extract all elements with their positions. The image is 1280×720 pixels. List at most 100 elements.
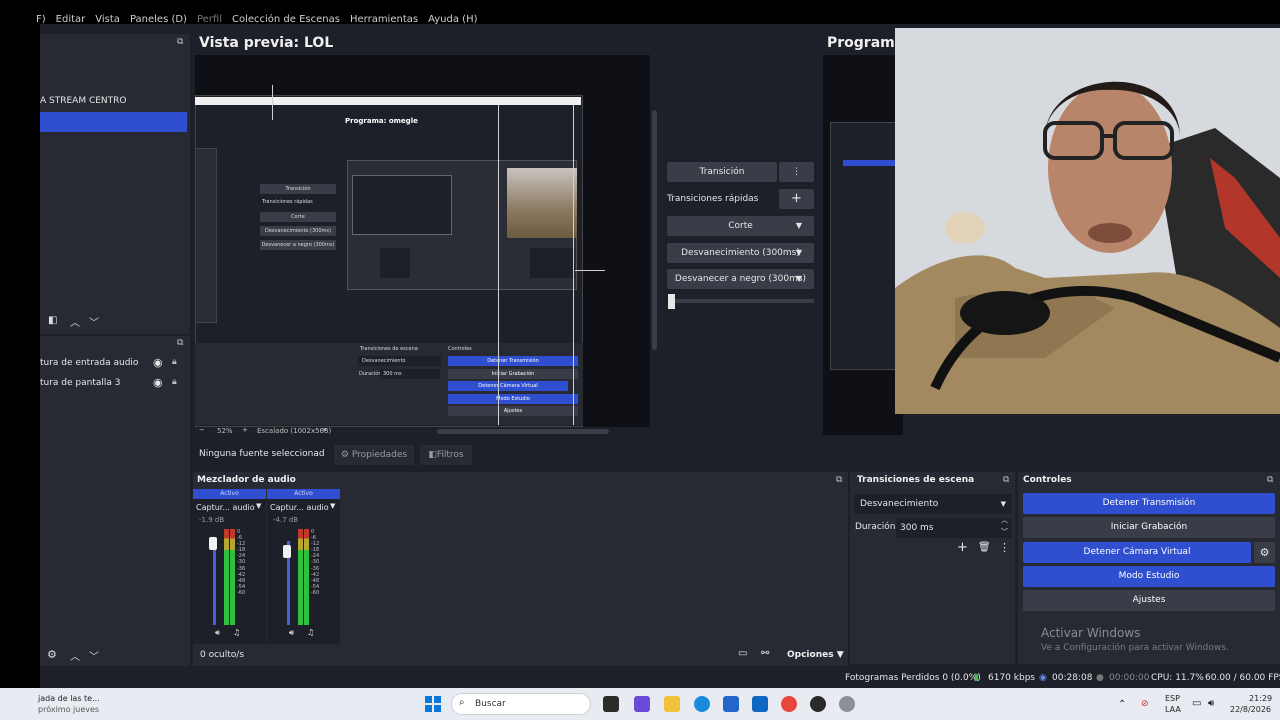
gear-icon: ⚙ — [340, 450, 349, 460]
keyboard-layout[interactable]: LAA — [1165, 705, 1181, 714]
weather-subtitle[interactable]: próximo jueves — [38, 705, 99, 714]
add-quick-transition-icon[interactable]: + — [779, 189, 814, 209]
filters-button[interactable]: ◧Filtros — [420, 445, 472, 465]
fade-to-black-button[interactable]: Desvanecer a negro (300ms) ▼ — [667, 269, 814, 289]
windows-start-icon[interactable] — [425, 696, 441, 712]
volume-fader-track[interactable] — [213, 541, 216, 625]
mixer-channel: Activo Captur... audio ▼ -4.7 dB 0 -6 -1… — [267, 489, 340, 644]
guide-line — [573, 105, 574, 425]
speaker-icon[interactable]: 🔊︎ — [215, 628, 220, 638]
tray-chevron-icon[interactable]: ⌃ — [1118, 699, 1126, 710]
headphones-icon[interactable]: ♫ — [307, 628, 314, 637]
eye-icon[interactable]: ◉ — [153, 376, 163, 389]
trash-icon[interactable]: 🗑︎ — [978, 542, 991, 553]
spinner-icon[interactable]: ︿ ﹀ — [1001, 514, 1008, 538]
mixer-channel: Activo Captur... audio ▼ -1.9 dB 0 -6 -1… — [193, 489, 266, 644]
weather-title[interactable]: jada de las te... — [38, 694, 100, 703]
language-code[interactable]: ESP — [1165, 694, 1180, 703]
chevron-down-icon[interactable]: ▼ — [330, 502, 335, 510]
source-down-icon[interactable]: ﹀ — [89, 648, 99, 663]
transition-select[interactable]: Desvanecimiento ▼ — [854, 494, 1012, 514]
scene-item[interactable]: A STREAM CENTRO — [40, 96, 127, 106]
scale-mode[interactable]: Escalado (1002x563) — [257, 427, 331, 435]
speaker-icon[interactable]: 🔊︎ — [289, 628, 294, 638]
start-recording-button[interactable]: Iniciar Grabación — [1023, 517, 1275, 538]
hidden-sources-label: 0 oculto/s — [200, 650, 245, 660]
obs-icon[interactable] — [810, 696, 826, 712]
guide-line — [272, 85, 273, 120]
tbar-slider-handle[interactable] — [668, 294, 675, 309]
controls-title: Controles — [1023, 475, 1072, 485]
chevron-down-icon[interactable]: ▾ — [323, 426, 327, 434]
source-item-audio[interactable]: tura de entrada audio — [40, 358, 138, 368]
network-icon[interactable]: ▭ — [1192, 698, 1201, 709]
stop-streaming-button[interactable]: Detener Transmisión — [1023, 493, 1275, 514]
studio-mode-button[interactable]: Modo Estudio — [1023, 566, 1275, 587]
link-icon[interactable]: ⚯ — [761, 648, 769, 659]
gear-icon[interactable]: ⚙ — [47, 648, 57, 661]
captured-st-duration: 300 ms — [380, 369, 440, 379]
volume-fader-knob[interactable] — [209, 537, 217, 550]
scene-filter-icon[interactable]: ◧ — [48, 315, 57, 326]
task-view-icon[interactable] — [603, 696, 619, 712]
volume-icon[interactable]: 🔊︎ — [1208, 698, 1214, 709]
dock-undock-icon[interactable]: ⧉ — [1003, 475, 1009, 485]
activate-windows-subtext: Ve a Configuración para activar Windows. — [1041, 643, 1229, 653]
sources-undock-icon[interactable]: ⧉ — [177, 338, 183, 348]
chevron-down-icon[interactable]: ▼ — [256, 502, 261, 510]
chrome-icon[interactable] — [781, 696, 797, 712]
scene-item-selected[interactable] — [40, 112, 187, 132]
clock-time[interactable]: 21:29 — [1249, 694, 1272, 703]
eye-icon[interactable]: ◉ — [153, 356, 163, 369]
volume-fader-knob[interactable] — [283, 545, 291, 558]
widgets-icon[interactable] — [634, 696, 650, 712]
program-captured-scene — [843, 160, 895, 166]
scene-up-icon[interactable]: ︿ — [70, 314, 80, 329]
lock-icon[interactable]: 🔒︎ — [172, 377, 177, 387]
gear-icon[interactable]: ⚙ — [1254, 542, 1275, 563]
taskbar-search[interactable]: ⌕ Buscar — [451, 693, 591, 715]
tray-app-icon[interactable]: ⊘ — [1141, 699, 1149, 709]
source-up-icon[interactable]: ︿ — [70, 648, 80, 663]
options-label: Opciones — [787, 650, 834, 660]
settings-app-icon[interactable] — [839, 696, 855, 712]
left-black-bar — [0, 24, 40, 688]
kebab-menu-icon[interactable]: ⋮ — [779, 162, 814, 182]
captured-cut-button: Corte — [260, 212, 336, 222]
dock-undock-icon[interactable]: ⧉ — [1267, 475, 1273, 485]
properties-button[interactable]: ⚙ Propiedades — [334, 445, 414, 465]
lock-icon[interactable]: 🔒︎ — [172, 357, 177, 367]
captured-transition-panel: Transición Transiciones rápidas Corte De… — [260, 180, 338, 260]
add-transition-icon[interactable]: + — [957, 540, 968, 555]
layout-icon[interactable]: ▭ — [738, 648, 747, 659]
guide-line — [575, 270, 605, 271]
search-placeholder: Buscar — [475, 699, 506, 709]
mixer-title: Mezclador de audio — [197, 475, 296, 485]
transition-button[interactable]: Transición — [667, 162, 777, 182]
preview-vertical-scrollbar[interactable] — [652, 110, 657, 350]
file-explorer-icon[interactable] — [664, 696, 680, 712]
stop-virtual-camera-button[interactable]: Detener Cámara Virtual — [1023, 542, 1251, 563]
chevron-down-icon: ▼ — [795, 221, 802, 230]
edge-icon[interactable] — [694, 696, 710, 712]
preview-horizontal-scrollbar[interactable] — [437, 429, 609, 434]
cut-button[interactable]: Corte ▼ — [667, 216, 814, 236]
settings-button[interactable]: Ajustes — [1023, 590, 1275, 611]
tbar-slider-track[interactable] — [668, 299, 814, 303]
channel-active-tag: Activo — [267, 489, 340, 499]
duration-input[interactable]: 300 ms ︿ ﹀ — [896, 516, 1012, 538]
scene-down-icon[interactable]: ﹀ — [89, 314, 99, 329]
captured-quick-transitions: Transiciones rápidas — [262, 199, 313, 205]
kebab-menu-icon[interactable]: ⋮ — [999, 541, 1010, 554]
options-button[interactable]: Opciones ▼ — [787, 650, 844, 660]
source-item-screen[interactable]: tura de pantalla 3 — [40, 378, 121, 388]
dock-undock-icon[interactable]: ⧉ — [836, 475, 842, 485]
clock-date[interactable]: 22/8/2026 — [1230, 705, 1271, 714]
zoom-in-button[interactable]: + — [242, 426, 248, 434]
outlook-icon[interactable] — [752, 696, 768, 712]
dock-undock-icon[interactable]: ⧉ — [177, 37, 183, 47]
fade-button[interactable]: Desvanecimiento (300ms) ▼ — [667, 243, 814, 263]
headphones-icon[interactable]: ♫ — [233, 628, 240, 637]
store-icon[interactable] — [723, 696, 739, 712]
zoom-out-button[interactable]: − — [199, 426, 205, 434]
